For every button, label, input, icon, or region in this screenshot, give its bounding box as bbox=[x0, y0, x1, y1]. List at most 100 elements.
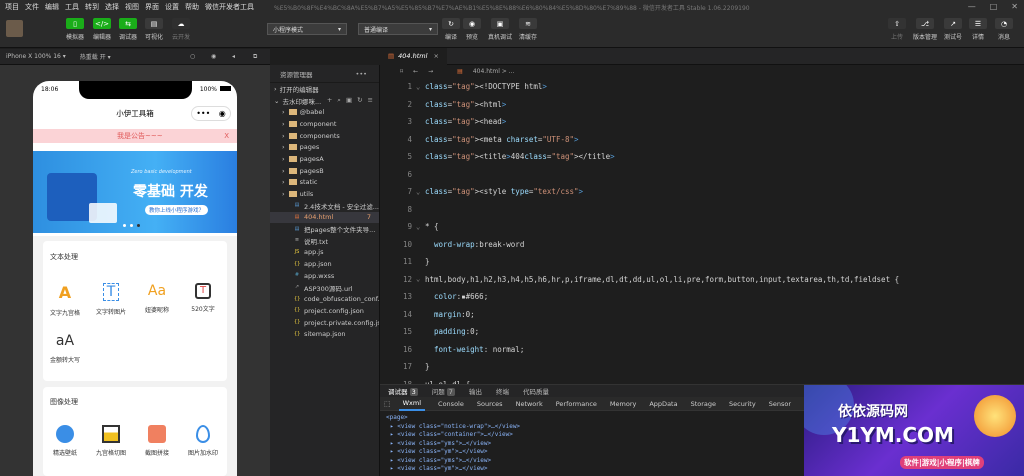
file-row[interactable]: ▤ 2.4技术文档 - 安全过滤... bbox=[270, 200, 379, 212]
inspect-icon[interactable]: ⬚ bbox=[384, 400, 391, 408]
clear-cache-button[interactable]: ≋ 清缓存 bbox=[515, 18, 541, 41]
project-row[interactable]: ⌄ 去水印娜咪... + ⌕ ▣ ↻ ≡ bbox=[270, 95, 379, 107]
upload-button[interactable]: ⇧ 上传 bbox=[884, 18, 910, 41]
debugger-tab[interactable]: 调试器 3 bbox=[388, 386, 418, 396]
mode-select[interactable]: 小程序模式 ▾ bbox=[267, 23, 347, 35]
devtools-subtab-wxml[interactable]: Wxml bbox=[398, 397, 426, 411]
breadcrumb[interactable]: 404.html > ... bbox=[473, 68, 515, 75]
new-folder-icon[interactable]: ▣ bbox=[346, 96, 352, 105]
close-icon[interactable]: × bbox=[433, 52, 438, 60]
bookmark-icon[interactable]: ⌑ bbox=[400, 68, 403, 75]
capsule-menu[interactable]: ••• ◉ bbox=[191, 106, 231, 121]
fold-icon[interactable]: ⌄ bbox=[416, 83, 425, 91]
code-quality-tab[interactable]: 代码质量 bbox=[523, 386, 549, 396]
search-icon[interactable]: ⌕ bbox=[337, 96, 341, 105]
menu-item[interactable]: 视图 bbox=[125, 2, 139, 12]
more-icon[interactable]: ••• bbox=[355, 70, 367, 78]
fold-icon[interactable]: ⌄ bbox=[416, 188, 425, 196]
fold-icon[interactable]: ⌄ bbox=[416, 275, 425, 283]
tool-item[interactable]: 图片加水印 bbox=[181, 425, 225, 457]
preview-button[interactable]: ◉ 预览 bbox=[459, 18, 485, 41]
output-tab[interactable]: 输出 bbox=[469, 386, 482, 396]
issues-tab[interactable]: 问题 7 bbox=[432, 386, 455, 396]
new-file-icon[interactable]: + bbox=[327, 96, 332, 105]
file-row[interactable]: {} project.config.json bbox=[270, 305, 379, 317]
debugger-button[interactable]: ⇆ 调试器 bbox=[115, 18, 141, 41]
menu-item[interactable]: 设置 bbox=[165, 2, 179, 12]
folder-row[interactable]: › static bbox=[270, 177, 379, 189]
menu-item[interactable]: 界面 bbox=[145, 2, 159, 12]
record-icon[interactable]: ◉ bbox=[211, 53, 216, 60]
open-editors-row[interactable]: › 打开的编辑器 bbox=[270, 83, 379, 95]
menu-item[interactable]: 帮助 bbox=[185, 2, 199, 12]
tool-item[interactable]: 截图拼接 bbox=[135, 425, 179, 457]
devtools-subtab-sources[interactable]: Sources bbox=[477, 400, 503, 408]
menu-item[interactable]: 选择 bbox=[105, 2, 119, 12]
folder-row[interactable]: › pagesA bbox=[270, 153, 379, 165]
tool-item[interactable]: A 文字九宫格 bbox=[43, 283, 87, 317]
file-row[interactable]: {} sitemap.json bbox=[270, 328, 379, 340]
notice-close[interactable]: X bbox=[224, 132, 229, 140]
remote-debug-button[interactable]: ▣ 真机调试 bbox=[487, 18, 513, 41]
folder-row[interactable]: › @babel bbox=[270, 106, 379, 118]
folder-row[interactable]: › component bbox=[270, 118, 379, 130]
hotreload-toggle[interactable]: 热重载 开 ▾ bbox=[80, 52, 111, 61]
visual-button[interactable]: ▤ 可视化 bbox=[141, 18, 167, 41]
devtools-subtab-sensor[interactable]: Sensor bbox=[769, 400, 791, 408]
tool-item[interactable]: T 520文字 bbox=[181, 283, 225, 313]
menu-item[interactable]: 微信开发者工具 bbox=[205, 2, 254, 12]
devtools-subtab-security[interactable]: Security bbox=[729, 400, 756, 408]
file-row[interactable]: ▤ 把pages整个文件夹导... bbox=[270, 223, 379, 235]
menu-item[interactable]: 编辑 bbox=[45, 2, 59, 12]
devtools-subtab-memory[interactable]: Memory bbox=[610, 400, 636, 408]
avatar[interactable] bbox=[6, 20, 23, 37]
tool-item[interactable]: T 文字转图片 bbox=[89, 283, 133, 316]
messages-button[interactable]: ◔ 消息 bbox=[991, 18, 1017, 41]
file-row[interactable]: # app.wxss bbox=[270, 270, 379, 282]
menu-item[interactable]: 转到 bbox=[85, 2, 99, 12]
banner[interactable]: Zero basic development 零基础 开发 教你上线小程序游戏？ bbox=[33, 151, 237, 233]
file-row[interactable]: {} project.private.config.js... bbox=[270, 317, 379, 329]
menu-item[interactable]: 项目 bbox=[5, 2, 19, 12]
mute-icon[interactable]: ◂ bbox=[232, 53, 235, 60]
device-select[interactable]: iPhone X 100% 16 ▾ bbox=[6, 53, 66, 60]
editor-tab[interactable]: ▤ 404.html × bbox=[380, 47, 447, 65]
code-area[interactable]: 1 ⌄ class="tag"><!DOCTYPE html> 2 class="tag… bbox=[380, 78, 1024, 389]
close-icon[interactable]: ✕ bbox=[1011, 2, 1018, 11]
back-icon[interactable]: ← bbox=[413, 68, 418, 75]
collapse-icon[interactable]: ≡ bbox=[368, 96, 373, 105]
folder-row[interactable]: › components bbox=[270, 130, 379, 142]
popout-icon[interactable]: ⧉ bbox=[253, 53, 257, 61]
maximize-icon[interactable]: □ bbox=[990, 2, 998, 11]
minimize-icon[interactable]: — bbox=[968, 2, 976, 11]
file-row[interactable]: {} app.json bbox=[270, 258, 379, 270]
refresh-icon[interactable]: ↻ bbox=[357, 96, 362, 105]
more-icon[interactable]: ••• bbox=[196, 109, 210, 118]
editor-button[interactable]: </> 编辑器 bbox=[89, 18, 115, 41]
version-button[interactable]: ⎇ 版本管理 bbox=[912, 18, 938, 41]
devtools-subtab-console[interactable]: Console bbox=[438, 400, 464, 408]
simulator-button[interactable]: ▯ 模拟器 bbox=[62, 18, 88, 41]
compile-select[interactable]: 普通编译 ▾ bbox=[358, 23, 438, 35]
terminal-tab[interactable]: 终端 bbox=[496, 386, 509, 396]
tool-item[interactable]: 九宫格切图 bbox=[89, 425, 133, 457]
menu-item[interactable]: 工具 bbox=[65, 2, 79, 12]
folder-row[interactable]: › pages bbox=[270, 141, 379, 153]
folder-row[interactable]: › pagesB bbox=[270, 165, 379, 177]
devtools-subtab-storage[interactable]: Storage bbox=[691, 400, 716, 408]
cloud-button[interactable]: ☁ 云开发 bbox=[168, 18, 194, 41]
rotate-icon[interactable]: ○ bbox=[190, 53, 195, 60]
close-circle-icon[interactable]: ◉ bbox=[219, 109, 226, 118]
details-button[interactable]: ☰ 详情 bbox=[965, 18, 991, 41]
tool-item[interactable]: aA 金额转大写 bbox=[43, 333, 87, 364]
file-row[interactable]: ▤ 404.html 7 bbox=[270, 211, 379, 224]
test-account-button[interactable]: ↗ 测试号 bbox=[940, 18, 966, 41]
file-row[interactable]: {} code_obfuscation_conf... bbox=[270, 293, 379, 305]
devtools-subtab-network[interactable]: Network bbox=[516, 400, 543, 408]
folder-row[interactable]: › utils bbox=[270, 188, 379, 200]
devtools-subtab-appdata[interactable]: AppData bbox=[649, 400, 677, 408]
tool-item[interactable]: Aa 妞婆昵称 bbox=[135, 283, 179, 314]
fold-icon[interactable]: ⌄ bbox=[416, 223, 425, 231]
tool-item[interactable]: 精选壁纸 bbox=[43, 425, 87, 457]
file-row[interactable]: ≡ 说明.txt bbox=[270, 235, 379, 247]
